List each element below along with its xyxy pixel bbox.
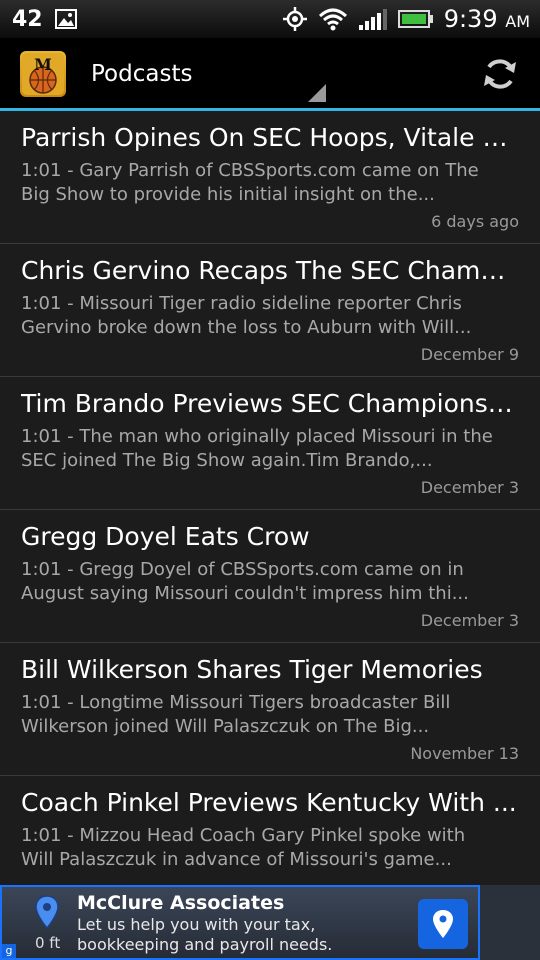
item-description: 1:01 - Gary Parrish of CBSSports.com cam… (21, 160, 479, 205)
list-item[interactable]: Gregg Doyel Eats Crow 1:01 - Gregg Doyel… (0, 510, 540, 643)
item-description: 1:01 - Longtime Missouri Tigers broadcas… (21, 692, 451, 737)
location-pin-icon (433, 910, 453, 938)
refresh-icon[interactable] (482, 56, 518, 92)
item-date: December 3 (420, 478, 519, 497)
item-title: Chris Gervino Recaps The SEC Champio... (21, 256, 521, 285)
gps-icon (282, 7, 307, 31)
map-pin-icon (35, 895, 59, 929)
ad-banner[interactable]: 0 ft McClure Associates Let us help you … (0, 885, 480, 960)
notification-count: 42 (12, 6, 43, 32)
item-title: Coach Pinkel Previews Kentucky With ... (21, 788, 517, 817)
ad-text: Let us help you with your tax, bookkeepi… (77, 915, 333, 954)
podcast-list: Parrish Opines On SEC Hoops, Vitale on..… (0, 111, 540, 909)
app-logo-icon[interactable]: M (20, 51, 66, 97)
ad-distance: 0 ft (35, 934, 61, 952)
item-description: 1:01 - The man who originally placed Mis… (21, 426, 493, 471)
ad-badge[interactable]: g (2, 944, 16, 958)
list-item[interactable]: Tim Brando Previews SEC Championship 1:0… (0, 377, 540, 510)
wifi-icon (318, 8, 347, 31)
ad-location-button[interactable] (418, 899, 468, 949)
action-bar: M Podcasts (0, 38, 540, 111)
image-icon (54, 9, 77, 29)
item-description: 1:01 - Missouri Tiger radio sideline rep… (21, 293, 472, 338)
list-item[interactable]: Bill Wilkerson Shares Tiger Memories 1:0… (0, 643, 540, 776)
item-date: 6 days ago (431, 212, 519, 231)
clock: 9:39 AM (443, 5, 530, 33)
status-bar: 42 9:39 AM (0, 0, 540, 38)
item-date: November 13 (410, 744, 519, 763)
item-date: December 3 (420, 611, 519, 630)
item-title: Parrish Opines On SEC Hoops, Vitale on..… (21, 123, 521, 152)
ad-title: McClure Associates (77, 892, 285, 914)
item-description: 1:01 - Mizzou Head Coach Gary Pinkel spo… (21, 825, 466, 870)
battery-icon (397, 10, 433, 28)
list-item[interactable]: Chris Gervino Recaps The SEC Champio... … (0, 244, 540, 377)
dropdown-indicator-icon[interactable] (308, 84, 326, 102)
item-title: Tim Brando Previews SEC Championship (21, 389, 521, 418)
ad-side-panel (480, 885, 540, 960)
item-title: Bill Wilkerson Shares Tiger Memories (21, 655, 483, 684)
list-item[interactable]: Parrish Opines On SEC Hoops, Vitale on..… (0, 111, 540, 244)
item-date: December 9 (420, 345, 519, 364)
app-logo-letter: M (34, 55, 52, 74)
item-title: Gregg Doyel Eats Crow (21, 522, 310, 551)
item-description: 1:01 - Gregg Doyel of CBSSports.com came… (21, 559, 469, 604)
signal-icon (358, 9, 387, 30)
page-title[interactable]: Podcasts (91, 61, 192, 87)
